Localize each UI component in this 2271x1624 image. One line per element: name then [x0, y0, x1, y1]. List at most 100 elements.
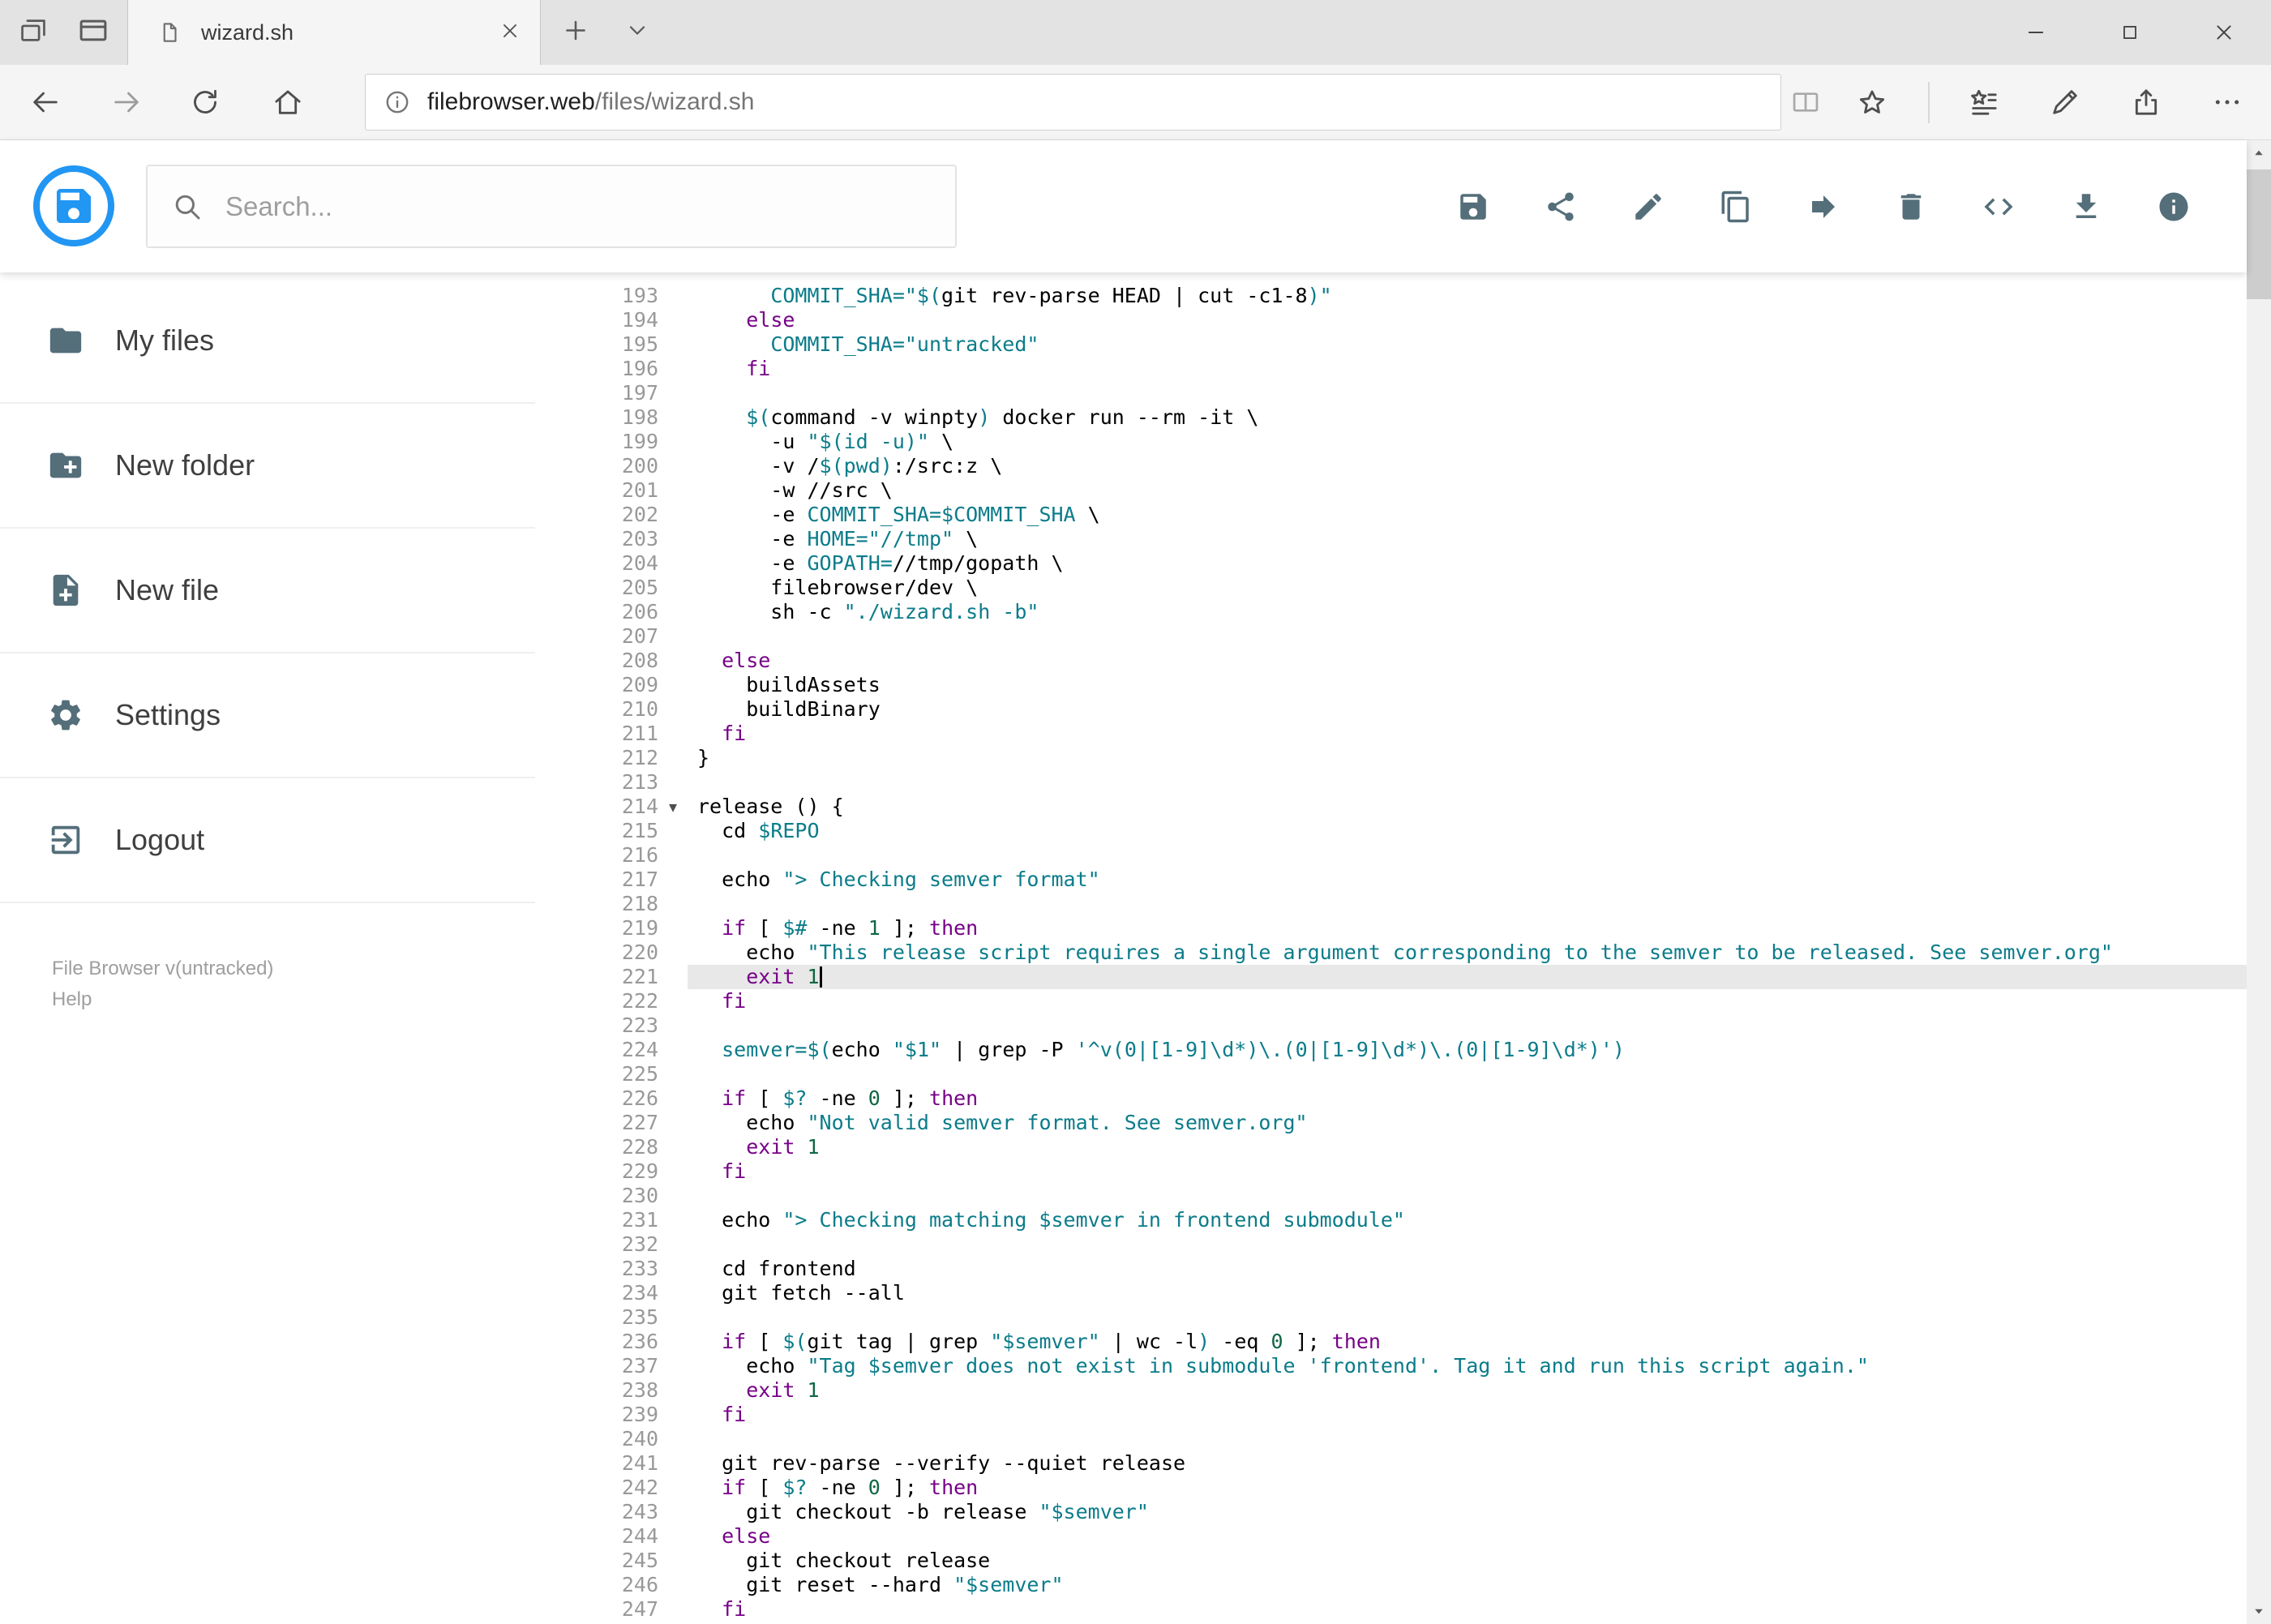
tab-list-button[interactable] [624, 18, 650, 48]
code-line[interactable]: 216 [568, 843, 2247, 868]
code-line[interactable]: 220 echo "This release script requires a… [568, 941, 2247, 965]
sidebar-item-settings[interactable]: Settings [0, 653, 535, 778]
code-text[interactable]: -e COMMIT_SHA=$COMMIT_SHA \ [688, 503, 2247, 527]
code-line[interactable]: 239 fi [568, 1403, 2247, 1427]
code-editor[interactable]: 193 COMMIT_SHA="$(git rev-parse HEAD | c… [568, 272, 2247, 1624]
hub-button[interactable] [1965, 84, 2003, 121]
code-text[interactable]: -u "$(id -u)" \ [688, 430, 2247, 454]
reading-view-button[interactable] [1787, 84, 1824, 121]
code-text[interactable]: release () { [688, 795, 2247, 819]
scrollbar[interactable] [2247, 140, 2271, 1624]
scroll-up-button[interactable] [2247, 140, 2271, 166]
code-text[interactable]: if [ $? -ne 0 ]; then [688, 1476, 2247, 1500]
code-text[interactable]: fi [688, 722, 2247, 746]
code-line[interactable]: 222 fi [568, 989, 2247, 1013]
code-line[interactable]: 201 -w //src \ [568, 478, 2247, 503]
code-text[interactable] [688, 1013, 2247, 1038]
code-text[interactable]: exit 1 [688, 965, 2247, 989]
code-line[interactable]: 200 -v /$(pwd):/src:z \ [568, 454, 2247, 478]
sidebar-item-my-files[interactable]: My files [0, 279, 535, 404]
code-line[interactable]: 247 fi [568, 1597, 2247, 1622]
download-button[interactable] [2062, 182, 2110, 231]
code-text[interactable]: else [688, 649, 2247, 673]
code-line[interactable]: 245 git checkout release [568, 1549, 2247, 1573]
code-line[interactable]: 211 fi [568, 722, 2247, 746]
code-text[interactable]: echo "> Checking matching $semver in fro… [688, 1208, 2247, 1232]
code-text[interactable]: buildAssets [688, 673, 2247, 697]
forward-button[interactable] [108, 84, 145, 121]
code-text[interactable] [688, 1062, 2247, 1086]
code-line[interactable]: 236 if [ $(git tag | grep "$semver" | wc… [568, 1330, 2247, 1354]
code-text[interactable] [688, 843, 2247, 868]
url-bar[interactable]: filebrowser.web/files/wizard.sh [365, 74, 1781, 131]
code-line[interactable]: 197 [568, 381, 2247, 405]
code-text[interactable]: -w //src \ [688, 478, 2247, 503]
move-button[interactable] [1799, 182, 1848, 231]
minimize-button[interactable] [1989, 0, 2083, 65]
code-text[interactable]: } [688, 746, 2247, 770]
maximize-button[interactable] [2083, 0, 2177, 65]
save-button[interactable] [1449, 182, 1498, 231]
code-line[interactable]: 198 $(command -v winpty) docker run --rm… [568, 405, 2247, 430]
window-close-button[interactable] [2177, 0, 2271, 65]
set-tabs-aside-button[interactable] [18, 15, 49, 50]
code-text[interactable]: fi [688, 1159, 2247, 1184]
help-link[interactable]: Help [52, 984, 273, 1015]
code-text[interactable] [688, 1232, 2247, 1257]
code-text[interactable]: fi [688, 1403, 2247, 1427]
code-text[interactable]: git checkout -b release "$semver" [688, 1500, 2247, 1524]
code-text[interactable]: COMMIT_SHA="untracked" [688, 332, 2247, 357]
scroll-thumb[interactable] [2247, 169, 2271, 299]
home-button[interactable] [269, 84, 306, 121]
code-line[interactable]: 227 echo "Not valid semver format. See s… [568, 1111, 2247, 1135]
code-text[interactable]: if [ $(git tag | grep "$semver" | wc -l)… [688, 1330, 2247, 1354]
code-line[interactable]: 237 echo "Tag $semver does not exist in … [568, 1354, 2247, 1378]
code-text[interactable]: semver=$(echo "$1" | grep -P '^v(0|[1-9]… [688, 1038, 2247, 1062]
code-text[interactable]: if [ $? -ne 0 ]; then [688, 1086, 2247, 1111]
share-page-button[interactable] [2127, 84, 2165, 121]
code-line[interactable]: 224 semver=$(echo "$1" | grep -P '^v(0|[… [568, 1038, 2247, 1062]
code-text[interactable]: -v /$(pwd):/src:z \ [688, 454, 2247, 478]
back-button[interactable] [27, 84, 64, 121]
code-line[interactable]: 196 fi [568, 357, 2247, 381]
code-text[interactable]: git reset --hard "$semver" [688, 1573, 2247, 1597]
code-text[interactable]: -e GOPATH=//tmp/gopath \ [688, 551, 2247, 576]
code-text[interactable] [688, 381, 2247, 405]
code-line[interactable]: 234 git fetch --all [568, 1281, 2247, 1305]
scroll-down-button[interactable] [2247, 1598, 2271, 1624]
tab-wizard-sh[interactable]: wizard.sh [127, 0, 541, 65]
share-button[interactable] [1536, 182, 1585, 231]
raw-button[interactable] [1974, 182, 2023, 231]
code-line[interactable]: 209 buildAssets [568, 673, 2247, 697]
sidebar-item-logout[interactable]: Logout [0, 778, 535, 903]
code-text[interactable] [688, 892, 2247, 916]
refresh-button[interactable] [186, 84, 224, 121]
code-line[interactable]: 223 [568, 1013, 2247, 1038]
filebrowser-logo[interactable] [33, 165, 114, 246]
search-input[interactable] [225, 191, 932, 222]
code-line[interactable]: 212} [568, 746, 2247, 770]
fold-marker-icon[interactable]: ▾ [658, 795, 688, 819]
code-text[interactable] [688, 1184, 2247, 1208]
code-text[interactable]: echo "> Checking semver format" [688, 868, 2247, 892]
code-text[interactable]: exit 1 [688, 1135, 2247, 1159]
rename-button[interactable] [1624, 182, 1673, 231]
code-line[interactable]: 219 if [ $# -ne 1 ]; then [568, 916, 2247, 941]
code-text[interactable]: git rev-parse --verify --quiet release [688, 1451, 2247, 1476]
code-text[interactable] [688, 1305, 2247, 1330]
code-line[interactable]: 218 [568, 892, 2247, 916]
code-line[interactable]: 246 git reset --hard "$semver" [568, 1573, 2247, 1597]
code-text[interactable]: fi [688, 1597, 2247, 1622]
code-line[interactable]: 235 [568, 1305, 2247, 1330]
sidebar-item-new-file[interactable]: New file [0, 529, 535, 653]
code-text[interactable]: sh -c "./wizard.sh -b" [688, 600, 2247, 624]
code-line[interactable]: 229 fi [568, 1159, 2247, 1184]
code-text[interactable]: buildBinary [688, 697, 2247, 722]
code-text[interactable]: echo "Not valid semver format. See semve… [688, 1111, 2247, 1135]
code-text[interactable]: cd $REPO [688, 819, 2247, 843]
code-line[interactable]: 215 cd $REPO [568, 819, 2247, 843]
code-text[interactable]: else [688, 1524, 2247, 1549]
code-line[interactable]: 199 -u "$(id -u)" \ [568, 430, 2247, 454]
code-text[interactable] [688, 770, 2247, 795]
tab-preview-button[interactable] [76, 14, 110, 52]
